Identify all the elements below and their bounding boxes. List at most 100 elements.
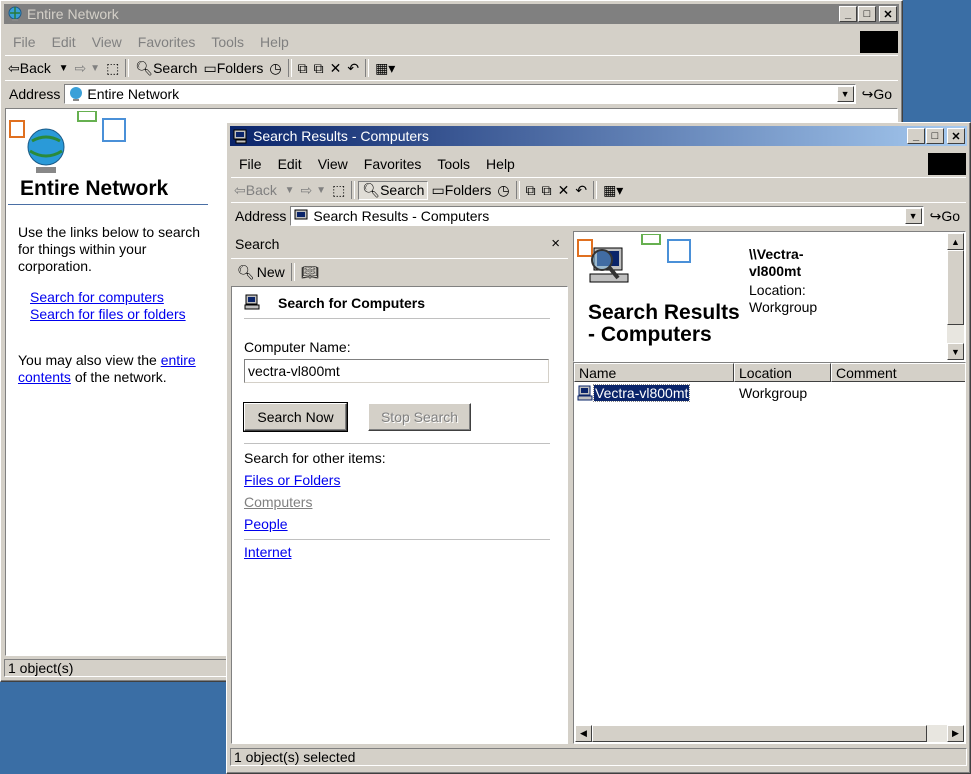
views-button[interactable]: ▦▾ [372, 60, 398, 77]
search-button[interactable]: 🔍︎ Search [132, 60, 200, 77]
history-button[interactable]: ◷ [266, 60, 284, 77]
search-assistant-button[interactable]: 📖︎ [301, 264, 319, 281]
close-button[interactable]: ✕ [879, 6, 897, 22]
computers-link[interactable]: Computers [244, 494, 312, 510]
menu-view[interactable]: View [310, 156, 356, 172]
address-dropdown-button[interactable]: ▼ [904, 208, 922, 224]
up-folder-button[interactable]: ⬚ [103, 60, 122, 77]
chevron-down-icon: ▼ [284, 184, 295, 196]
move-to-button[interactable]: ⧉ [295, 60, 311, 77]
table-row[interactable]: Vectra-vl800mt Workgroup [574, 384, 965, 402]
undo-button[interactable]: ↶ [572, 182, 590, 199]
search-results-window[interactable]: Search Results - Computers _ □ ✕ File Ed… [226, 122, 971, 774]
column-header-comment[interactable]: Comment [831, 363, 965, 382]
go-button[interactable]: ↪ Go [856, 86, 898, 103]
delete-button[interactable]: ✕ [327, 60, 345, 77]
maximize-button[interactable]: □ [858, 6, 876, 22]
results-banner-title: Search Results - Computers [588, 301, 740, 346]
menu-tools[interactable]: Tools [203, 34, 252, 50]
other-items-divider [244, 443, 550, 444]
menu-favorites[interactable]: Favorites [356, 156, 430, 172]
banner-scrollbar[interactable]: ▲ ▼ [947, 233, 964, 360]
toolbar-separator [287, 59, 292, 77]
search-computer-banner-graphic [577, 234, 691, 283]
forward-button[interactable]: ⇨ ▼ [72, 60, 104, 77]
folders-icon: ▭ [431, 181, 445, 198]
move-to-icon: ⧉ [525, 181, 536, 198]
scroll-down-button[interactable]: ▼ [947, 343, 964, 360]
search-now-button[interactable]: Search Now [243, 402, 348, 432]
internet-link[interactable]: Internet [244, 544, 291, 560]
close-button[interactable]: ✕ [947, 128, 965, 144]
scroll-thumb[interactable] [947, 250, 964, 325]
up-folder-icon: ⬚ [332, 181, 346, 198]
computer-search-icon [233, 129, 247, 144]
folders-button[interactable]: ▭ Folders [428, 182, 494, 199]
files-or-folders-link[interactable]: Files or Folders [244, 472, 340, 488]
scroll-left-button[interactable]: ◀ [575, 725, 592, 742]
stop-search-button[interactable]: Stop Search [368, 403, 471, 431]
back-arrow-icon: ⇦ [234, 181, 246, 198]
menu-help[interactable]: Help [252, 34, 297, 50]
copy-to-icon: ⧉ [541, 181, 552, 198]
copy-to-button[interactable]: ⧉ [539, 182, 555, 199]
toolbar-separator [125, 59, 130, 77]
close-pane-icon[interactable]: × [551, 235, 568, 252]
minimize-button[interactable]: _ [839, 6, 857, 22]
search-for-files-link[interactable]: Search for files or folders [30, 306, 186, 322]
entire-network-titlebar[interactable]: Entire Network _ □ ✕ [4, 4, 899, 24]
back-button[interactable]: ⇦ Back ▼ [231, 182, 298, 199]
maximize-button[interactable]: □ [926, 128, 944, 144]
scroll-thumb[interactable] [592, 725, 927, 742]
menu-edit[interactable]: Edit [270, 156, 310, 172]
menu-file[interactable]: File [231, 156, 270, 172]
row-name[interactable]: Vectra-vl800mt [592, 384, 691, 402]
search-button[interactable]: 🔍︎ Search [358, 180, 429, 200]
history-icon: ◷ [269, 59, 282, 76]
search-pane-header: Search × [231, 231, 568, 256]
up-folder-button[interactable]: ⬚ [329, 182, 348, 199]
move-to-button[interactable]: ⧉ [523, 182, 539, 199]
intro-text: Use the links below to search for things… [18, 224, 201, 274]
menu-tools[interactable]: Tools [429, 156, 478, 172]
scroll-right-button[interactable]: ▶ [947, 725, 964, 742]
search-icon: 🔍︎ [135, 59, 154, 76]
chevron-down-icon: ▼ [58, 62, 69, 74]
menu-file[interactable]: File [5, 34, 44, 50]
address-dropdown-button[interactable]: ▼ [836, 86, 854, 102]
column-header-location[interactable]: Location [734, 363, 831, 382]
windows-logo-icon [860, 31, 898, 53]
search-results-titlebar[interactable]: Search Results - Computers _ □ ✕ [230, 126, 967, 146]
horizontal-scrollbar[interactable]: ◀ ▶ [575, 725, 964, 742]
menu-favorites[interactable]: Favorites [130, 34, 204, 50]
views-button[interactable]: ▦▾ [600, 182, 626, 199]
history-button[interactable]: ◷ [494, 182, 512, 199]
menu-edit[interactable]: Edit [44, 34, 84, 50]
new-search-button[interactable]: 🔍︎ New [231, 264, 285, 281]
forward-button[interactable]: ⇨ ▼ [298, 182, 330, 199]
menu-view[interactable]: View [84, 34, 130, 50]
back-button[interactable]: ⇦ Back ▼ [5, 60, 72, 77]
computer-name-input[interactable] [244, 359, 549, 383]
folders-button[interactable]: ▭ Folders [200, 60, 266, 77]
address-input[interactable]: Entire Network ▼ [64, 84, 856, 104]
scroll-up-button[interactable]: ▲ [947, 233, 964, 250]
delete-icon: ✕ [557, 181, 570, 198]
results-pane: Search Results - Computers \\Vectra-vl80… [573, 231, 966, 744]
people-link[interactable]: People [244, 516, 288, 532]
search-for-computers-link[interactable]: Search for computers [30, 289, 164, 305]
copy-to-button[interactable]: ⧉ [311, 60, 327, 77]
column-header-name[interactable]: Name [574, 363, 734, 382]
computer-search-icon [294, 209, 308, 220]
globe-icon [8, 6, 22, 21]
address-input[interactable]: Search Results - Computers ▼ [290, 206, 924, 226]
window-title: Search Results - Computers [253, 128, 429, 144]
undo-button[interactable]: ↶ [344, 60, 362, 77]
menu-help[interactable]: Help [478, 156, 523, 172]
go-button[interactable]: ↪ Go [924, 208, 966, 225]
address-label: Address [9, 86, 61, 102]
detail-location: Location: Workgroup [749, 282, 818, 315]
windows-logo-icon [928, 153, 966, 175]
minimize-button[interactable]: _ [907, 128, 925, 144]
delete-button[interactable]: ✕ [555, 182, 573, 199]
